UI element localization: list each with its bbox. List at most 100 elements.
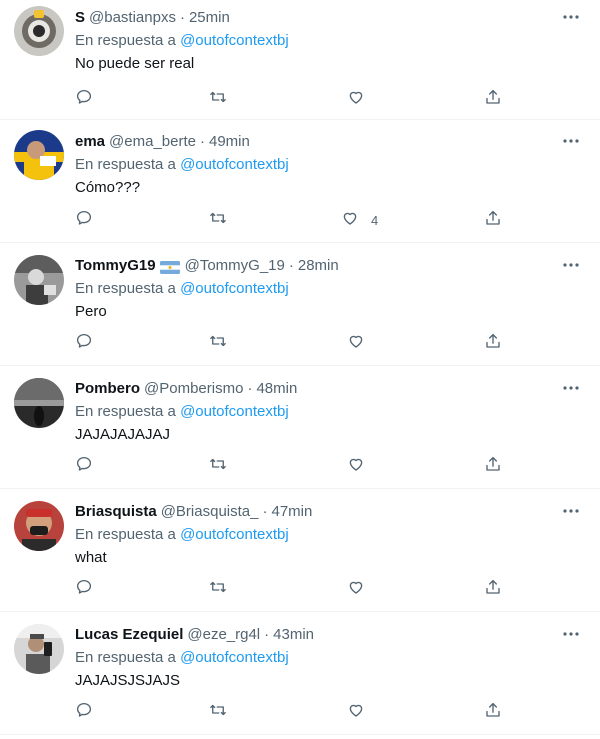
- retweet-button[interactable]: [209, 89, 227, 109]
- user-handle[interactable]: @Pomberismo: [144, 379, 243, 399]
- heart-icon: [347, 88, 365, 111]
- display-name[interactable]: Briasquista: [75, 502, 157, 522]
- action-bar: [75, 89, 505, 109]
- tweet-header: TommyG19 @TommyG_19 · 28min: [75, 256, 584, 276]
- avatar[interactable]: [14, 130, 64, 180]
- more-icon[interactable]: [562, 502, 580, 520]
- reply-button[interactable]: [75, 333, 93, 353]
- tweet[interactable]: Pombero @Pomberismo · 48min En respuesta…: [0, 366, 600, 489]
- reply-mention-link[interactable]: @outofcontextbj: [180, 32, 289, 49]
- reply-mention-link[interactable]: @outofcontextbj: [180, 156, 289, 173]
- reply-button[interactable]: [75, 579, 93, 599]
- user-handle[interactable]: @bastianpxs: [89, 8, 176, 28]
- tweet[interactable]: TommyG19 @TommyG_19 · 28min En respuesta…: [0, 243, 600, 366]
- share-icon: [484, 701, 502, 724]
- retweet-icon: [209, 88, 227, 111]
- timestamp[interactable]: 49min: [209, 132, 250, 152]
- avatar[interactable]: [14, 255, 64, 305]
- reply-button[interactable]: [75, 456, 93, 476]
- avatar[interactable]: [14, 624, 64, 674]
- more-icon[interactable]: [562, 256, 580, 274]
- timestamp[interactable]: 48min: [256, 379, 297, 399]
- reply-icon: [75, 209, 93, 232]
- display-name[interactable]: S: [75, 8, 85, 28]
- more-icon[interactable]: [562, 132, 580, 150]
- tweet[interactable]: S @bastianpxs · 25min En respuesta a @ou…: [0, 0, 600, 120]
- share-icon: [484, 209, 502, 232]
- user-handle[interactable]: @eze_rg4l: [187, 625, 260, 645]
- heart-icon: [347, 332, 365, 355]
- reply-feed: S @bastianpxs · 25min En respuesta a @ou…: [0, 0, 600, 739]
- more-icon[interactable]: [562, 8, 580, 26]
- share-button[interactable]: [484, 210, 502, 230]
- share-button[interactable]: [484, 456, 502, 476]
- reply-icon: [75, 455, 93, 478]
- share-button[interactable]: [484, 579, 502, 599]
- retweet-icon: [209, 209, 227, 232]
- reply-mention-link[interactable]: @outofcontextbj: [180, 526, 289, 543]
- retweet-button[interactable]: [209, 210, 227, 230]
- share-button[interactable]: [484, 702, 502, 722]
- tweet[interactable]: ema @ema_berte · 49min En respuesta a @o…: [0, 120, 600, 243]
- tweet-header: Lucas Ezequiel @eze_rg4l · 43min: [75, 625, 584, 645]
- reply-prefix: En respuesta a: [75, 280, 176, 297]
- display-name[interactable]: TommyG19: [75, 256, 156, 276]
- reply-context: En respuesta a @outofcontextbj: [75, 402, 584, 422]
- tweet-header: Briasquista @Briasquista_ · 47min: [75, 502, 584, 522]
- timestamp[interactable]: 25min: [189, 8, 230, 28]
- like-button[interactable]: [347, 333, 377, 353]
- retweet-button[interactable]: [209, 333, 227, 353]
- heart-icon: [347, 455, 365, 478]
- tweet[interactable]: Lucas Ezequiel @eze_rg4l · 43min En resp…: [0, 612, 600, 735]
- tweet-header: Pombero @Pomberismo · 48min: [75, 379, 584, 399]
- avatar[interactable]: [14, 378, 64, 428]
- reply-context: En respuesta a @outofcontextbj: [75, 525, 584, 545]
- reply-icon: [75, 332, 93, 355]
- more-icon[interactable]: [562, 625, 580, 643]
- share-button[interactable]: [484, 333, 502, 353]
- reply-mention-link[interactable]: @outofcontextbj: [180, 280, 289, 297]
- like-button[interactable]: 4: [341, 210, 378, 230]
- action-bar: [75, 456, 505, 476]
- like-button[interactable]: [347, 579, 377, 599]
- display-name[interactable]: Lucas Ezequiel: [75, 625, 183, 645]
- action-bar: 4: [75, 210, 505, 230]
- share-button[interactable]: [484, 89, 502, 109]
- tweet-text: Pero: [75, 303, 107, 320]
- tweet[interactable]: Briasquista @Briasquista_ · 47min En res…: [0, 489, 600, 612]
- reply-mention-link[interactable]: @outofcontextbj: [180, 403, 289, 420]
- tweet-text: what: [75, 549, 107, 566]
- display-name[interactable]: Pombero: [75, 379, 140, 399]
- user-handle[interactable]: @Briasquista_: [161, 502, 259, 522]
- timestamp[interactable]: 28min: [298, 256, 339, 276]
- tweet-header: ema @ema_berte · 49min: [75, 132, 584, 152]
- separator-dot: ·: [179, 9, 185, 26]
- separator-dot: ·: [262, 503, 268, 520]
- timestamp[interactable]: 47min: [271, 502, 312, 522]
- user-handle[interactable]: @TommyG_19: [185, 256, 285, 276]
- reply-button[interactable]: [75, 89, 93, 109]
- retweet-button[interactable]: [209, 702, 227, 722]
- reply-button[interactable]: [75, 702, 93, 722]
- display-name[interactable]: ema: [75, 132, 105, 152]
- retweet-icon: [209, 578, 227, 601]
- timestamp[interactable]: 43min: [273, 625, 314, 645]
- retweet-button[interactable]: [209, 456, 227, 476]
- action-bar: [75, 333, 505, 353]
- tweet-text: No puede ser real: [75, 55, 195, 72]
- retweet-icon: [209, 332, 227, 355]
- reply-mention-link[interactable]: @outofcontextbj: [180, 649, 289, 666]
- retweet-button[interactable]: [209, 579, 227, 599]
- share-icon: [484, 578, 502, 601]
- avatar[interactable]: [14, 501, 64, 551]
- like-button[interactable]: [347, 89, 377, 109]
- like-button[interactable]: [347, 702, 377, 722]
- reply-context: En respuesta a @outofcontextbj: [75, 155, 584, 175]
- user-handle[interactable]: @ema_berte: [109, 132, 196, 152]
- heart-icon: [347, 578, 365, 601]
- more-icon[interactable]: [562, 379, 580, 397]
- avatar[interactable]: [14, 6, 64, 56]
- reply-icon: [75, 578, 93, 601]
- like-button[interactable]: [347, 456, 377, 476]
- reply-button[interactable]: [75, 210, 93, 230]
